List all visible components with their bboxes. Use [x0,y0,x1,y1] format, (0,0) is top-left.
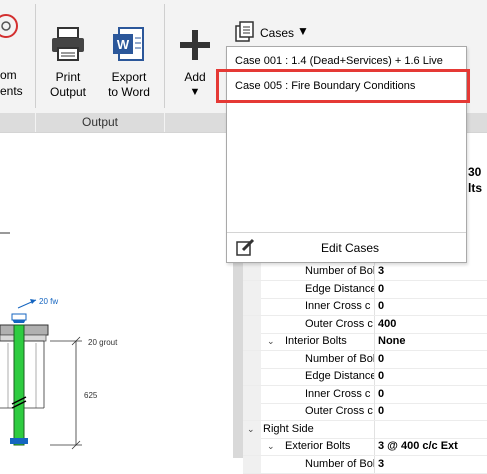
column-divider [374,280,375,298]
row-gutter [243,368,261,385]
printer-icon [52,27,84,61]
property-row[interactable]: Inner Cross c 0 [243,298,487,316]
edit-icon [236,238,255,256]
export-label-2: to Word [108,85,150,99]
cases-label: Cases [260,26,295,40]
property-value[interactable]: 0 [378,300,384,312]
peek-text: 30 [468,165,482,179]
column-divider [374,455,375,473]
export-to-word-button[interactable]: W Export to Word [100,6,158,100]
dimension-label: 625 [84,391,98,400]
peek-text: lts [468,181,483,195]
print-output-button[interactable]: Print Output [42,6,94,100]
property-name: Inner Cross c [305,300,371,312]
property-name: Inner Cross c [305,387,371,400]
svg-text:W: W [117,37,130,52]
print-label-1: Print [55,70,81,84]
property-name: Outer Cross c [305,317,373,330]
row-gutter [243,438,261,455]
column-divider [374,333,375,350]
print-label-2: Output [49,85,87,99]
row-gutter [243,385,261,403]
ribbon-separator [35,4,36,108]
property-value[interactable]: 3 [378,458,384,470]
property-name: Interior Bolts [285,335,347,347]
group-label-bar [0,113,35,132]
add-button[interactable]: Add ▼ [172,6,218,100]
add-label: Add [184,70,206,84]
row-gutter [243,455,261,473]
property-row[interactable]: Edge Distance 0 [243,368,487,386]
fw-label: 20 fw [39,297,58,306]
property-name: Edge Distance [305,282,374,295]
cases-icon [235,21,254,42]
row-gutter [243,350,261,368]
property-name: Edge Distance [305,370,374,382]
column-divider [374,315,375,333]
property-value[interactable]: 3 [378,265,384,277]
edit-cases-label: Edit Cases [321,241,380,255]
property-row[interactable]: ⌄ Interior Bolts None [243,333,487,351]
property-row[interactable]: ⌄ Right Side [243,420,487,439]
highlight-box [216,69,470,103]
property-name: Exterior Bolts [285,440,351,452]
partial-label-1: om [0,68,17,82]
add-dropdown-arrow: ▼ [189,86,201,98]
dropdown-separator [227,232,466,233]
expand-chevron-icon[interactable]: ⌄ [267,441,275,452]
property-row[interactable]: Outer Cross c 0 [243,403,487,421]
property-value[interactable]: 0 [378,353,384,365]
row-gutter [243,280,261,298]
target-icon [0,14,18,38]
property-name: Number of Bolts [305,457,374,470]
property-row[interactable]: Edge Distance 0 [243,280,487,299]
property-value[interactable]: 0 [378,370,384,382]
cases-dropdown-arrow: ▼ [297,24,309,38]
property-row[interactable]: Number of Bolts 3 [243,263,487,281]
row-gutter [243,298,261,315]
property-value[interactable]: 3 @ 400 c/c Ext [378,440,458,452]
connection-drawing: 20 fw 20 grout 625 [0,232,118,450]
row-gutter [243,263,261,280]
property-value[interactable]: 0 [378,388,384,400]
output-group-label: Output [36,113,164,132]
column-divider [374,403,375,420]
drawing-canvas[interactable]: 20 fw 20 grout 625 [0,133,233,458]
partial-ribbon-button[interactable]: om ents [0,6,23,98]
expand-chevron-icon[interactable]: ⌄ [267,336,275,347]
expand-chevron-icon[interactable]: ⌄ [247,424,255,435]
row-gutter [243,315,261,333]
column-divider [374,438,375,455]
export-label-1: Export [111,70,147,84]
row-gutter [243,333,261,350]
column-divider [374,350,375,368]
column-divider [374,263,375,280]
edit-cases-button[interactable]: Edit Cases [227,235,466,261]
property-row[interactable]: Inner Cross c 0 [243,385,487,404]
cases-button[interactable]: Cases ▼ [229,14,321,44]
property-row[interactable]: Number of Bolts 3 [243,455,487,474]
property-value[interactable]: 0 [378,283,384,295]
row-gutter [243,403,261,420]
column-divider [374,368,375,385]
column-divider [374,420,375,438]
property-row[interactable]: Number of Bolts 0 [243,350,487,369]
property-value[interactable]: 0 [378,405,384,417]
column-divider [374,385,375,403]
word-icon: W [113,27,144,61]
partial-label-2: ents [0,84,23,98]
column-divider [374,298,375,315]
property-name: Right Side [263,422,314,435]
ribbon-separator [164,4,165,108]
property-row[interactable]: Outer Cross c 400 [243,315,487,334]
property-value[interactable]: None [378,335,406,347]
property-row[interactable]: ⌄ Exterior Bolts 3 @ 400 c/c Ext [243,438,487,456]
plus-icon [180,30,210,60]
grout-label: 20 grout [88,338,118,347]
property-name: Number of Bolts [305,265,374,277]
property-name: Outer Cross c [305,405,373,417]
property-value[interactable]: 400 [378,318,396,330]
property-name: Number of Bolts [305,352,374,365]
